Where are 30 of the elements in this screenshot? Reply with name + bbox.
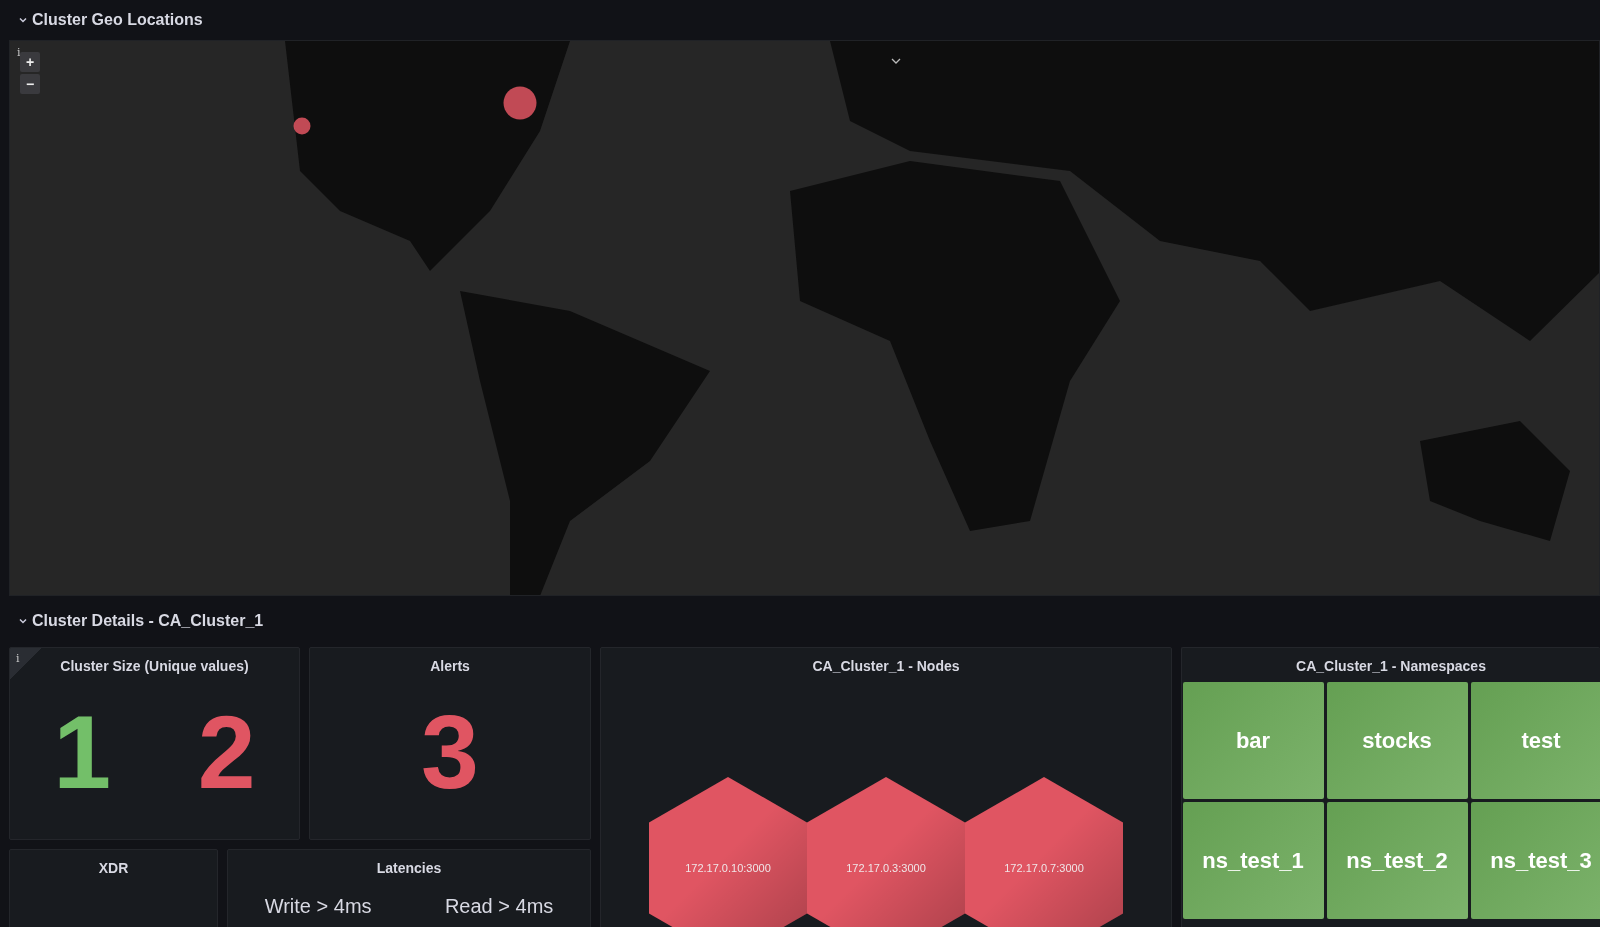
stat-value: 3 <box>421 699 479 804</box>
namespace-label: ns_test_1 <box>1202 847 1304 874</box>
info-icon[interactable]: i <box>16 652 20 665</box>
namespace-label: bar <box>1235 727 1271 754</box>
panel-title: Cluster Size (Unique values) <box>60 657 249 674</box>
latency-value: Read > 4ms <box>444 895 554 918</box>
panel-title: CA_Cluster_1 - Nodes <box>812 657 960 674</box>
namespace-label: test <box>1521 727 1561 754</box>
chevron-icon <box>891 57 901 65</box>
namespace-label: stocks <box>1362 727 1432 754</box>
info-corner[interactable]: i <box>10 648 42 680</box>
stat-value: 1 <box>53 699 112 804</box>
namespace-label: ns_test_3 <box>1490 847 1592 874</box>
panel-title: CA_Cluster_1 - Namespaces <box>1296 657 1486 674</box>
stat-value: 2 <box>197 699 256 804</box>
zoom-out-button[interactable]: − <box>20 74 40 94</box>
zoom-in-button[interactable]: + <box>20 52 40 72</box>
node-label: 172.17.0.3:3000 <box>846 862 926 874</box>
node-label: 172.17.0.10:3000 <box>685 862 771 874</box>
latency-value: Write > 4ms <box>264 895 372 918</box>
map-marker-icon <box>293 117 311 135</box>
panel-title: Alerts <box>430 657 470 674</box>
map-marker-icon <box>503 86 537 120</box>
panel-title: XDR <box>98 859 129 876</box>
namespace-label: ns_test_2 <box>1346 847 1448 874</box>
chevron-icon[interactable] <box>18 616 28 626</box>
info-icon[interactable]: i <box>17 46 21 59</box>
panel-title: Latencies <box>376 859 442 876</box>
chevron-icon[interactable] <box>18 15 28 25</box>
node-label: 172.17.0.7:3000 <box>1004 862 1084 874</box>
